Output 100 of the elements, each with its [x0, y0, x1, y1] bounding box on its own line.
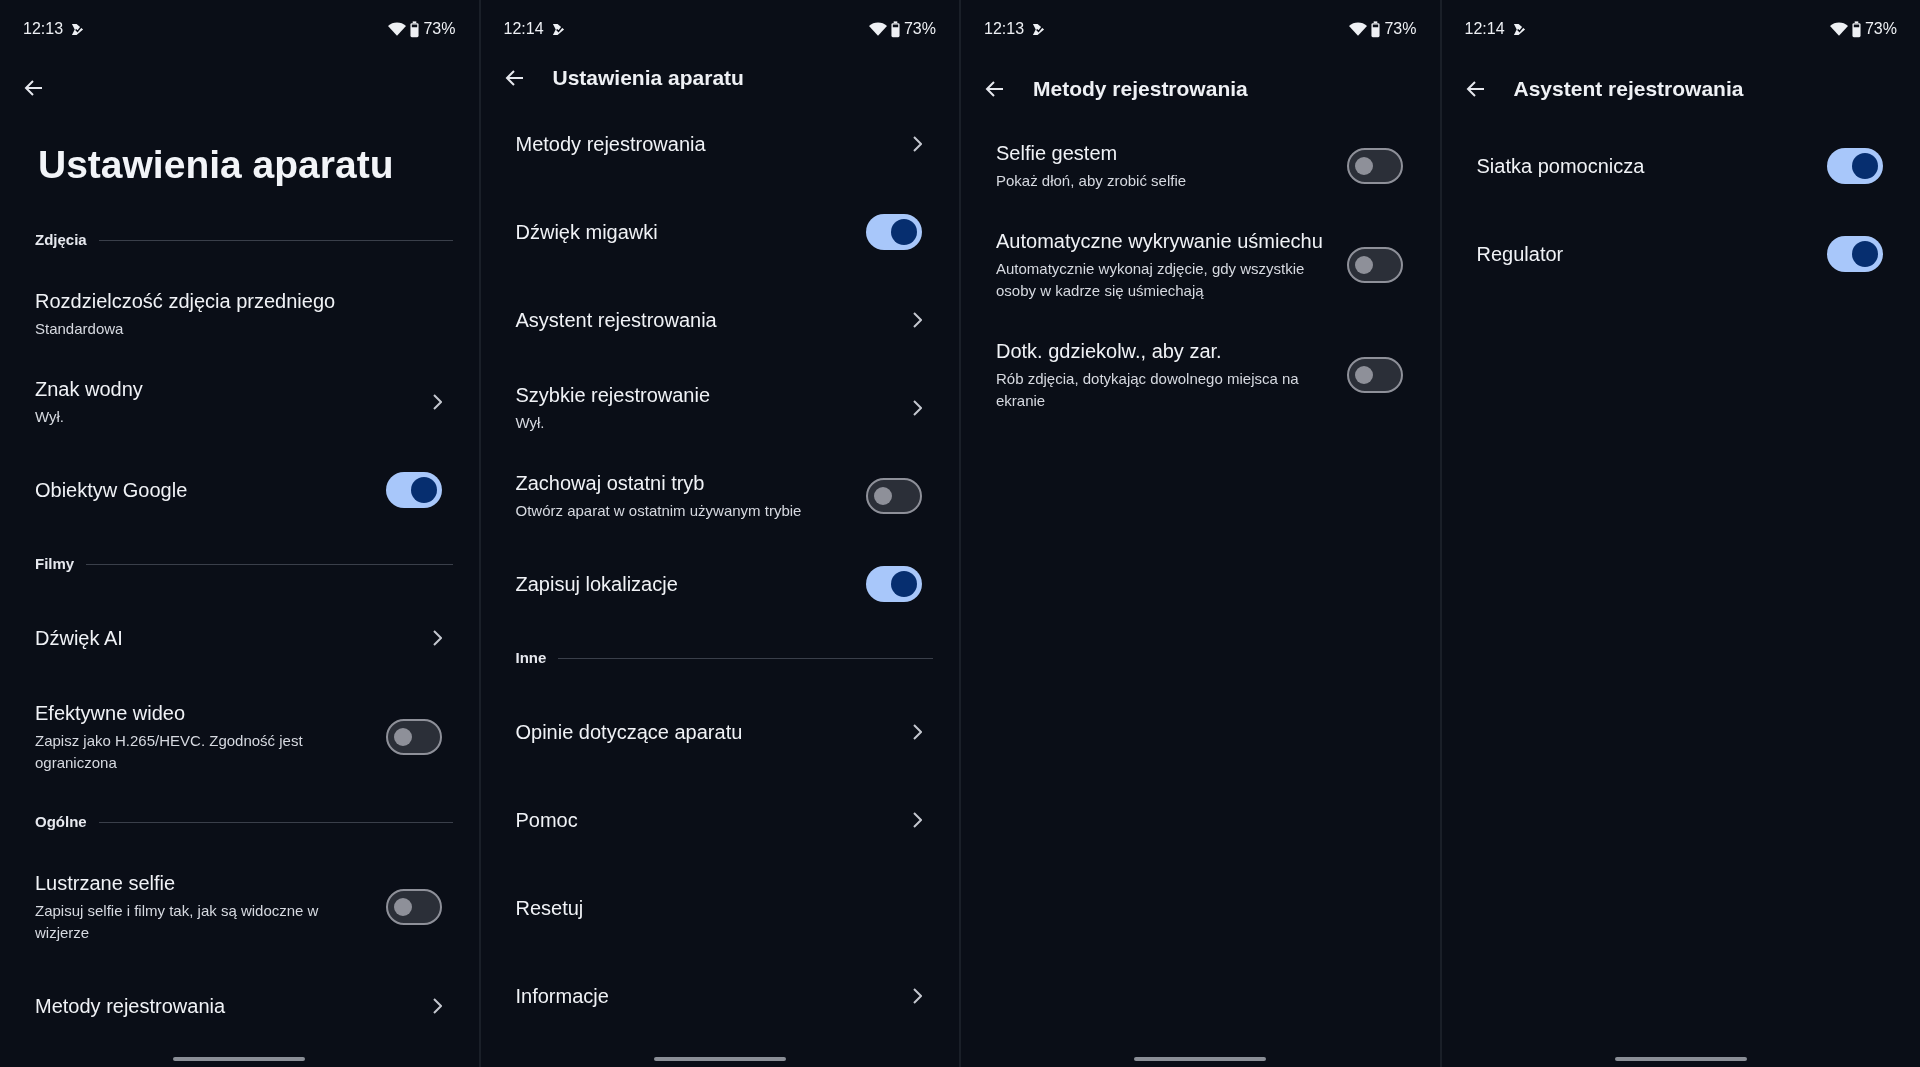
chevron-right-icon — [913, 988, 922, 1004]
setting-description: Automatycznie wykonaj zdjęcie, gdy wszystkie osoby w kadrze się uśmiechają — [996, 259, 1306, 301]
battery-level: 73% — [1384, 19, 1417, 39]
settings-row[interactable]: Dźwięk migawki — [480, 188, 959, 276]
notification-icon — [1032, 22, 1046, 36]
setting-title: Efektywne wideo — [35, 701, 187, 726]
setting-title: Dźwięk migawki — [515, 220, 659, 245]
setting-title: Siatka pomocnicza — [1476, 154, 1646, 179]
settings-row[interactable]: Pomoc — [480, 776, 959, 864]
battery-icon — [410, 20, 420, 38]
setting-title: Dźwięk AI — [35, 626, 124, 651]
setting-description: Wył. — [35, 407, 66, 427]
settings-row[interactable]: Automatyczne wykrywanie uśmiechu Automatycznie wykonaj zdjęcie, gdy wszystkie osoby w kadrze się uśmiechają — [961, 210, 1440, 320]
setting-title: Automatyczne wykrywanie uśmiechu — [996, 229, 1324, 254]
setting-title: Metody rejestrowania — [515, 132, 707, 157]
toggle-switch[interactable] — [1827, 148, 1883, 184]
setting-title: Metody rejestrowania — [35, 994, 227, 1019]
toggle-switch[interactable] — [385, 472, 442, 508]
settings-row[interactable]: Zapisuj lokalizacje — [480, 540, 959, 628]
wifi-icon — [388, 21, 407, 37]
wifi-icon — [1829, 21, 1848, 37]
page-title: Asystent rejestrowania — [1513, 76, 1744, 103]
page-title: Ustawienia aparatu — [552, 65, 744, 92]
settings-row[interactable]: Rozdzielczość zdjęcia przedniego Standardowa — [0, 270, 479, 358]
setting-title: Pomoc — [515, 808, 579, 833]
setting-title: Znak wodny — [35, 377, 144, 402]
toggle-switch[interactable] — [1346, 148, 1403, 184]
setting-description: Wył. — [515, 413, 546, 433]
section-header: Ogólne — [35, 811, 87, 832]
chevron-right-icon — [913, 724, 922, 740]
wifi-icon — [868, 21, 887, 37]
settings-row[interactable]: Dotk. gdziekolw., aby zar. Rób zdjęcia, dotykając dowolnego miejsca na ekranie — [961, 320, 1440, 430]
settings-row[interactable]: Siatka pomocnicza — [1441, 122, 1920, 210]
chevron-right-icon — [913, 400, 922, 416]
setting-title: Szybkie rejestrowanie — [515, 383, 712, 408]
toggle-switch[interactable] — [1827, 236, 1883, 272]
settings-row[interactable]: Metody rejestrowania — [480, 100, 959, 188]
setting-title: Obiektyw Google — [35, 478, 189, 503]
section-header: Filmy — [35, 553, 75, 574]
chevron-right-icon — [432, 998, 442, 1014]
setting-title: Lustrzane selfie — [35, 871, 177, 896]
settings-row[interactable]: Regulator — [1441, 210, 1920, 298]
toggle-switch[interactable] — [866, 214, 922, 250]
toggle-switch[interactable] — [385, 889, 442, 925]
settings-row[interactable]: Informacje — [480, 952, 959, 1040]
settings-row[interactable]: Znak wodny Wył. — [0, 358, 479, 446]
battery-icon — [1371, 20, 1381, 38]
page-title: Metody rejestrowania — [1033, 76, 1248, 103]
settings-row[interactable]: Obiektyw Google — [0, 446, 479, 534]
section-header: Zdjęcia — [35, 229, 87, 250]
setting-description: Otwórz aparat w ostatnim używanym trybie — [515, 501, 803, 521]
settings-row[interactable]: Opinie dotyczące aparatu — [480, 688, 959, 776]
setting-description: Pokaż dłoń, aby zrobić selfie — [996, 171, 1188, 191]
notification-icon — [1512, 22, 1526, 36]
settings-row[interactable]: Asystent rejestrowania — [480, 276, 959, 364]
setting-title: Asystent rejestrowania — [515, 308, 718, 333]
setting-title: Opinie dotyczące aparatu — [515, 720, 744, 745]
settings-row[interactable]: Szybkie rejestrowanie Wył. — [480, 364, 959, 452]
notification-icon — [551, 22, 565, 36]
setting-title: Selfie gestem — [996, 141, 1119, 166]
chevron-right-icon — [432, 630, 442, 646]
setting-title: Dotk. gdziekolw., aby zar. — [996, 339, 1223, 364]
setting-description: Standardowa — [35, 319, 125, 339]
status-time: 12:13 — [23, 19, 64, 39]
setting-title: Zachowaj ostatni tryb — [515, 471, 706, 496]
battery-icon — [1851, 20, 1861, 38]
setting-description: Zapisz jako H.265/HEVC. Zgodność jest ograniczona — [35, 731, 304, 773]
setting-description: Zapisuj selfie i filmy tak, jak są widoczne w wizjerze — [35, 901, 320, 943]
setting-title: Zapisuj lokalizacje — [515, 572, 679, 597]
chevron-right-icon — [432, 394, 442, 410]
setting-title: Informacje — [515, 984, 610, 1009]
chevron-right-icon — [913, 136, 922, 152]
status-time: 12:14 — [1464, 19, 1505, 39]
toggle-switch[interactable] — [385, 719, 442, 755]
settings-row[interactable]: Zachowaj ostatni tryb Otwórz aparat w ostatnim używanym trybie — [480, 452, 959, 540]
setting-description: Rób zdjęcia, dotykając dowolnego miejsca na ekranie — [996, 369, 1300, 411]
chevron-right-icon — [913, 812, 922, 828]
wifi-icon — [1349, 21, 1368, 37]
settings-row[interactable]: Lustrzane selfie Zapisuj selfie i filmy tak, jak są widoczne w wizjerze — [0, 852, 479, 962]
battery-level: 73% — [1864, 19, 1897, 39]
toggle-switch[interactable] — [1346, 357, 1403, 393]
notification-icon — [71, 22, 85, 36]
status-time: 12:13 — [984, 19, 1025, 39]
page-title: Ustawienia aparatu — [38, 141, 394, 188]
setting-title: Regulator — [1476, 242, 1565, 267]
status-time: 12:14 — [503, 19, 544, 39]
battery-level: 73% — [903, 19, 936, 39]
settings-row[interactable]: Efektywne wideo Zapisz jako H.265/HEVC. Zgodność jest ograniczona — [0, 682, 479, 792]
settings-row[interactable]: Dźwięk AI — [0, 594, 479, 682]
setting-title: Resetuj — [515, 896, 585, 921]
toggle-switch[interactable] — [1346, 247, 1403, 283]
section-header: Inne — [515, 647, 547, 668]
toggle-switch[interactable] — [866, 566, 922, 602]
battery-level: 73% — [423, 19, 456, 39]
setting-title: Rozdzielczość zdjęcia przedniego — [35, 289, 337, 314]
toggle-switch[interactable] — [866, 478, 922, 514]
settings-row[interactable]: Selfie gestem Pokaż dłoń, aby zrobić selfie — [961, 122, 1440, 210]
battery-icon — [890, 20, 900, 38]
settings-row[interactable]: Resetuj — [480, 864, 959, 952]
settings-row[interactable]: Metody rejestrowania — [0, 962, 479, 1050]
